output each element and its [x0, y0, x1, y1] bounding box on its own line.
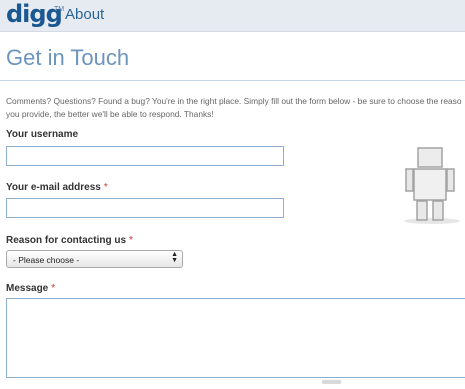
title-divider — [0, 80, 465, 81]
email-label: Your e-mail address * — [6, 182, 108, 193]
top-bar: digg TM About — [0, 0, 465, 32]
reason-label: Reason for contacting us * — [6, 235, 133, 246]
resize-grip[interactable] — [322, 380, 341, 384]
email-input[interactable] — [6, 198, 284, 218]
required-marker: * — [129, 235, 133, 246]
intro-line-2: you provide, the better we'll be able to… — [6, 109, 214, 119]
page-title: Get in Touch — [6, 45, 130, 70]
section-title[interactable]: About — [65, 6, 104, 23]
required-marker: * — [51, 283, 56, 294]
username-input[interactable] — [6, 146, 284, 166]
intro-text: Comments? Questions? Found a bug? You're… — [6, 95, 465, 121]
reason-selected-value: - Please choose - — [13, 255, 80, 265]
message-textarea[interactable] — [6, 298, 465, 378]
digg-mascot-icon — [404, 147, 460, 224]
intro-line-1: Comments? Questions? Found a bug? You're… — [6, 96, 462, 106]
trademark-mark: TM — [54, 6, 65, 13]
message-label: Message * — [6, 283, 56, 294]
username-label: Your username — [6, 129, 79, 140]
required-marker: * — [103, 182, 108, 193]
updown-arrows-icon: ▲ ▼ — [171, 251, 178, 264]
reason-select[interactable]: - Please choose - ▲ ▼ — [6, 250, 183, 268]
